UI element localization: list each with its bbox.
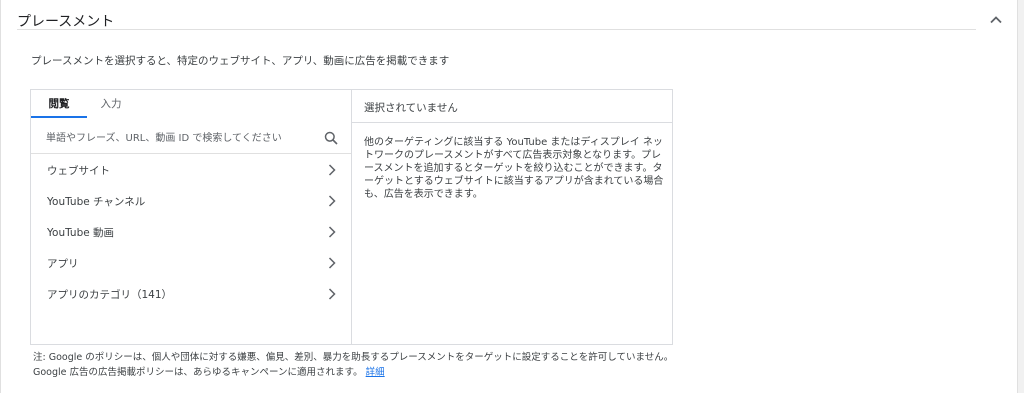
- collapse-button[interactable]: [985, 9, 1007, 31]
- tab-bar: 閲覧 入力: [31, 90, 351, 118]
- search-input[interactable]: [46, 128, 316, 148]
- chevron-up-icon: [990, 16, 1002, 24]
- category-label: アプリのカテゴリ（141）: [47, 289, 173, 301]
- policy-note-line-2: Google 広告の広告掲載ポリシーは、あらゆるキャンペーンに適用されます。 詳…: [33, 365, 673, 380]
- selected-header-text: 選択されていません: [364, 102, 458, 114]
- search-row: [31, 123, 351, 154]
- scrollbar-track[interactable]: [1018, 0, 1024, 393]
- search-icon[interactable]: [324, 131, 338, 145]
- section-title: プレースメント: [17, 14, 115, 30]
- policy-note-line-2-text: Google 広告の広告掲載ポリシーは、あらゆるキャンペーンに適用されます。: [33, 367, 363, 378]
- category-item-websites[interactable]: ウェブサイト: [31, 154, 351, 185]
- category-label: YouTube チャンネル: [47, 196, 146, 208]
- tab-browse[interactable]: 閲覧: [31, 90, 87, 118]
- category-item-youtube-videos[interactable]: YouTube 動画: [31, 216, 351, 247]
- category-list: ウェブサイト YouTube チャンネル YouTube 動画 アプリ アプリの…: [31, 154, 351, 309]
- details-link[interactable]: 詳細: [366, 367, 385, 378]
- chevron-right-icon: [328, 164, 336, 176]
- active-tab-indicator: [31, 116, 87, 118]
- selected-empty-message: 他のターゲティングに該当する YouTube またはディスプレイ ネットワークの…: [364, 137, 664, 200]
- category-label: アプリ: [47, 258, 79, 270]
- category-item-youtube-channels[interactable]: YouTube チャンネル: [31, 185, 351, 216]
- chevron-right-icon: [328, 257, 336, 269]
- tab-input[interactable]: 入力: [87, 90, 135, 118]
- placement-picker: 閲覧 入力 ウェブサイト YouTube チャンネル: [30, 89, 673, 345]
- chevron-right-icon: [328, 195, 336, 207]
- selected-pane: 選択されていません 他のターゲティングに該当する YouTube またはディスプ…: [352, 90, 672, 344]
- browse-pane: 閲覧 入力 ウェブサイト YouTube チャンネル: [31, 90, 352, 344]
- title-divider: [17, 29, 976, 30]
- selected-header: 選択されていません: [352, 90, 672, 123]
- category-label: ウェブサイト: [47, 165, 110, 177]
- chevron-right-icon: [328, 226, 336, 238]
- policy-note-line-1: 注: Google のポリシーは、個人や団体に対する嫌悪、偏見、差別、暴力を助長…: [33, 352, 674, 363]
- category-item-app-categories[interactable]: アプリのカテゴリ（141）: [31, 278, 351, 309]
- chevron-right-icon: [328, 288, 336, 300]
- policy-note: 注: Google のポリシーは、個人や団体に対する嫌悪、偏見、差別、暴力を助長…: [33, 350, 673, 380]
- placement-card: プレースメント プレースメントを選択すると、特定のウェブサイト、アプリ、動画に広…: [0, 0, 1018, 393]
- category-label: YouTube 動画: [47, 227, 115, 239]
- placement-description: プレースメントを選択すると、特定のウェブサイト、アプリ、動画に広告を掲載できます: [31, 55, 450, 67]
- category-item-apps[interactable]: アプリ: [31, 247, 351, 278]
